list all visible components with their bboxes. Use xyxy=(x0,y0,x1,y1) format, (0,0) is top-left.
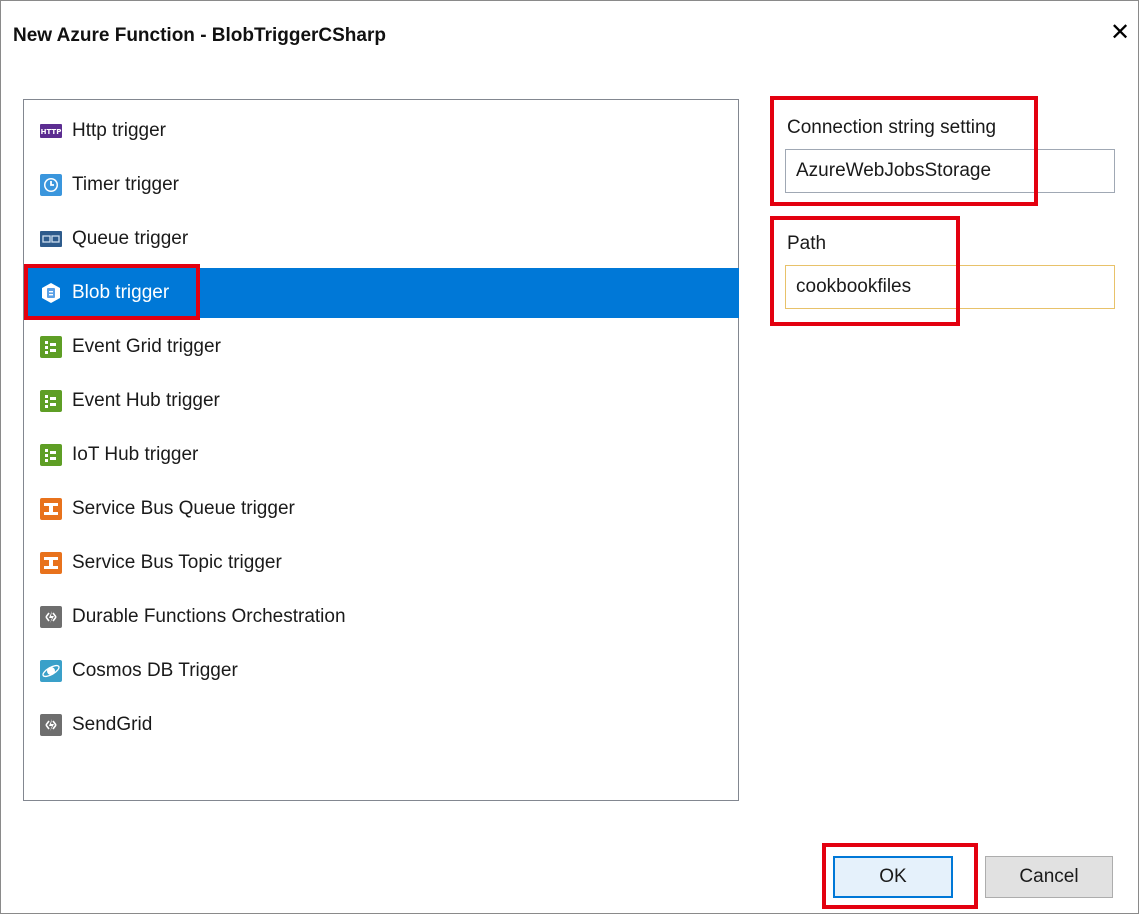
http-icon: HTTP xyxy=(40,120,62,142)
queue-icon xyxy=(40,228,62,250)
list-item-label: Blob trigger xyxy=(72,282,170,303)
cosmos-db-icon xyxy=(40,660,62,682)
list-item-label: IoT Hub trigger xyxy=(72,444,199,465)
dialog-title: New Azure Function - BlobTriggerCSharp xyxy=(13,25,386,46)
list-item-label: Event Grid trigger xyxy=(72,336,221,357)
list-item-sendgrid[interactable]: SendGrid xyxy=(25,700,739,750)
blob-icon xyxy=(40,282,62,304)
trigger-template-list[interactable]: HTTP Http trigger Timer trigger Queue tr… xyxy=(23,99,739,801)
dialog-titlebar: New Azure Function - BlobTriggerCSharp ✕ xyxy=(1,1,1138,67)
list-item-event-grid-trigger[interactable]: Event Grid trigger xyxy=(25,322,739,372)
durable-functions-icon xyxy=(40,606,62,628)
list-item-cosmos-db-trigger[interactable]: Cosmos DB Trigger xyxy=(25,646,739,696)
connection-string-label: Connection string setting xyxy=(787,117,997,138)
timer-icon xyxy=(40,174,62,196)
list-item-label: Service Bus Queue trigger xyxy=(72,498,295,519)
connection-string-input[interactable] xyxy=(785,149,1115,193)
list-item-label: Http trigger xyxy=(72,120,166,141)
list-item-label: Timer trigger xyxy=(72,174,179,195)
sendgrid-icon xyxy=(40,714,62,736)
list-item-service-bus-queue-trigger[interactable]: Service Bus Queue trigger xyxy=(25,484,739,534)
iot-hub-icon xyxy=(40,444,62,466)
event-hub-icon xyxy=(40,390,62,412)
service-bus-topic-icon xyxy=(40,552,62,574)
list-item-label: SendGrid xyxy=(72,714,153,735)
event-grid-icon xyxy=(40,336,62,358)
cancel-button[interactable]: Cancel xyxy=(985,856,1113,898)
list-item-blob-trigger[interactable]: Blob trigger xyxy=(25,268,739,318)
list-item-service-bus-topic-trigger[interactable]: Service Bus Topic trigger xyxy=(25,538,739,588)
path-label: Path xyxy=(787,233,827,254)
service-bus-queue-icon xyxy=(40,498,62,520)
new-azure-function-dialog: New Azure Function - BlobTriggerCSharp ✕… xyxy=(0,0,1139,914)
ok-button[interactable]: OK xyxy=(833,856,953,898)
close-icon[interactable]: ✕ xyxy=(1108,19,1132,47)
list-item-queue-trigger[interactable]: Queue trigger xyxy=(25,214,739,264)
list-item-label: Service Bus Topic trigger xyxy=(72,552,282,573)
svg-text:HTTP: HTTP xyxy=(41,128,62,136)
list-item-http-trigger[interactable]: HTTP Http trigger xyxy=(25,106,739,156)
list-item-iot-hub-trigger[interactable]: IoT Hub trigger xyxy=(25,430,739,480)
list-item-event-hub-trigger[interactable]: Event Hub trigger xyxy=(25,376,739,426)
list-item-label: Cosmos DB Trigger xyxy=(72,660,238,681)
list-item-label: Durable Functions Orchestration xyxy=(72,606,346,627)
list-item-label: Event Hub trigger xyxy=(72,390,220,411)
path-input[interactable] xyxy=(785,265,1115,309)
list-item-label: Queue trigger xyxy=(72,228,189,249)
list-item-durable-functions-orchestration[interactable]: Durable Functions Orchestration xyxy=(25,592,739,642)
list-item-timer-trigger[interactable]: Timer trigger xyxy=(25,160,739,210)
